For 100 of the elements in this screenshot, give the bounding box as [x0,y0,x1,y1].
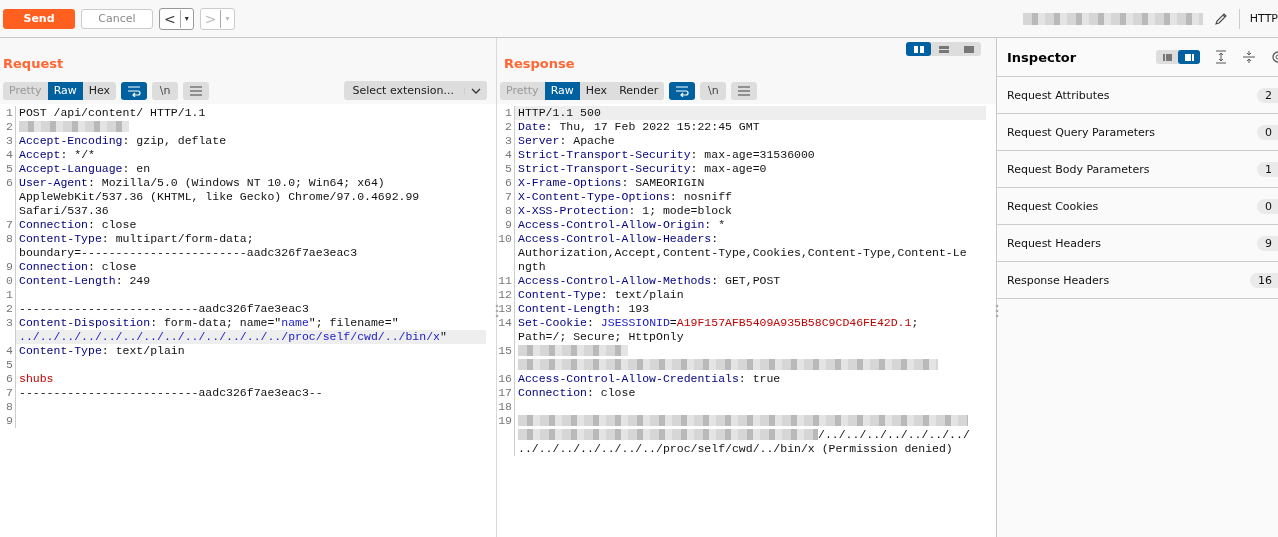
inspector-section[interactable]: Response Headers 16 [997,262,1278,299]
code-text: X-Frame-Options [518,176,622,189]
line-number: 0 [6,274,13,287]
code-text: : max-age=0 [690,162,767,175]
line-number: 9 [505,218,512,231]
code-text: ../../../../../../../../../../../../../proc/self/cwd/../bin/x [19,330,440,343]
newline-toggle[interactable]: \n [152,81,179,100]
line-number: 2 [6,120,13,133]
code-text: : close [88,260,137,273]
code-text: Path=/; Secure; HttpOnly [518,330,684,343]
history-dropdown-button[interactable]: ▾ [180,9,193,28]
section-label: Request Headers [1007,236,1101,250]
code-text: : gzip, deflate [122,134,227,147]
code-text: Access-Control-Allow-Origin [518,218,705,231]
code-text: : Apache [559,134,615,147]
line-number: 2 [6,302,13,315]
line-number: 10 [498,232,512,245]
chevron-icon [464,87,481,94]
count-badge: 0 [1257,124,1278,140]
wrap-toggle[interactable] [669,81,696,100]
code-text: : text/plain [101,344,185,357]
settings-icon[interactable] [1270,50,1278,64]
wrap-icon [675,84,690,97]
code-text: : Thu, 17 Feb 2022 15:22:45 GMT [545,120,760,133]
code-text: Access-Control-Allow-Credentials [518,372,739,385]
collapse-icon[interactable] [1242,50,1256,64]
code-text: ../../../../../../../proc/self/cwd/../bin/x (Permission denied) [518,442,953,455]
line-number: 1 [6,106,13,119]
line-number: 14 [498,316,512,329]
code-text: "; filename=" [308,316,399,329]
line-number: 7 [505,190,512,203]
code-text: : true [738,372,781,385]
code-text: Strict-Transport-Security [518,162,691,175]
cancel-button[interactable]: Cancel [81,8,153,29]
pane-title: Response [503,56,575,73]
code-text: POST /api/content/ HTTP/1.1 [19,106,206,119]
code-text: : [587,316,595,329]
code-text: : Mozilla/5.0 (Windows NT 10.0; Win64; x64) [88,176,385,189]
inspector-section[interactable]: Request Body Parameters 1 [997,151,1278,188]
section-label: Response Headers [1007,273,1110,287]
code-text: = [669,316,677,329]
code-text: Access-Control-Allow-Headers [518,232,712,245]
code-text: Server [518,134,560,147]
code-text: X-Content-Type-Options [518,190,670,203]
section-label: Request Cookies [1007,199,1099,213]
expand-icon[interactable] [1214,50,1228,64]
code-text: boundary=------------------------aadc326f7ae3eac3 [19,246,358,259]
code-text: A19F157AFB5409A935B58C9CD46FE42D.1 [676,316,912,329]
layout-toggle[interactable] [906,42,931,56]
line-number: 5 [505,162,512,175]
view-tab[interactable]: Hex [82,81,117,100]
code-text: Accept-Encoding [19,134,123,147]
code-text: Authorization,Accept,Content-Type,Cookies,Content-Type,Content-Le [518,246,967,259]
menu-button[interactable] [731,81,758,100]
code-text: : GET,POST [711,274,781,287]
code-text: : */* [60,148,95,161]
line-number: 12 [498,288,512,301]
newline-toggle[interactable]: \n [700,81,727,100]
inspector-section[interactable]: Request Query Parameters 0 [997,114,1278,151]
wrap-toggle[interactable] [121,81,148,100]
code-text: --------------------------aadc326f7ae3eac3 [19,302,309,315]
code-text: Content-Length [19,274,116,287]
code-text: Set-Cookie [518,316,587,329]
code-text: : * [704,218,726,231]
code-text: Connection [19,218,88,231]
code-text: Accept-Language [19,162,123,175]
view-tab[interactable]: Raw [544,81,580,100]
count-badge: 2 [1257,87,1278,103]
line-number: 7 [6,218,13,231]
code-text: : close [587,386,636,399]
line-number: 3 [6,316,13,329]
view-tab[interactable]: Hex [579,81,614,100]
view-toggle[interactable] [1178,50,1200,64]
code-text: Accept [19,148,61,161]
line-number: 8 [6,400,13,413]
code-text: HTTP/1.1 500 [518,106,601,119]
back-button[interactable]: < [160,9,181,28]
extension-dropdown[interactable]: Select extension... [344,81,487,100]
inspector-section[interactable]: Request Cookies 0 [997,188,1278,225]
code-text: Access-Control-Allow-Methods [518,274,712,287]
section-label: Request Query Parameters [1007,125,1156,139]
view-tab[interactable]: Raw [47,81,83,100]
inspector-section[interactable]: Request Headers 9 [997,225,1278,262]
menu-icon [190,85,203,96]
code-text: : close [88,218,137,231]
code-text: ; [911,316,919,329]
inspector-section[interactable]: Request Attributes 2 [997,77,1278,114]
code-text: User-Agent [19,176,88,189]
line-number: 4 [6,148,13,161]
menu-button[interactable] [183,81,210,100]
line-number: 9 [6,414,13,427]
line-number: 4 [505,148,512,161]
code-text: Connection [19,260,88,273]
drag-handle-icon[interactable] [495,304,499,318]
code-text: : en [122,162,151,175]
inspector-title: Inspector [1007,49,1078,65]
line-number: 7 [6,386,13,399]
line-number: 6 [505,176,512,189]
view-tab[interactable]: Render [613,81,665,100]
line-number: 4 [6,344,13,357]
